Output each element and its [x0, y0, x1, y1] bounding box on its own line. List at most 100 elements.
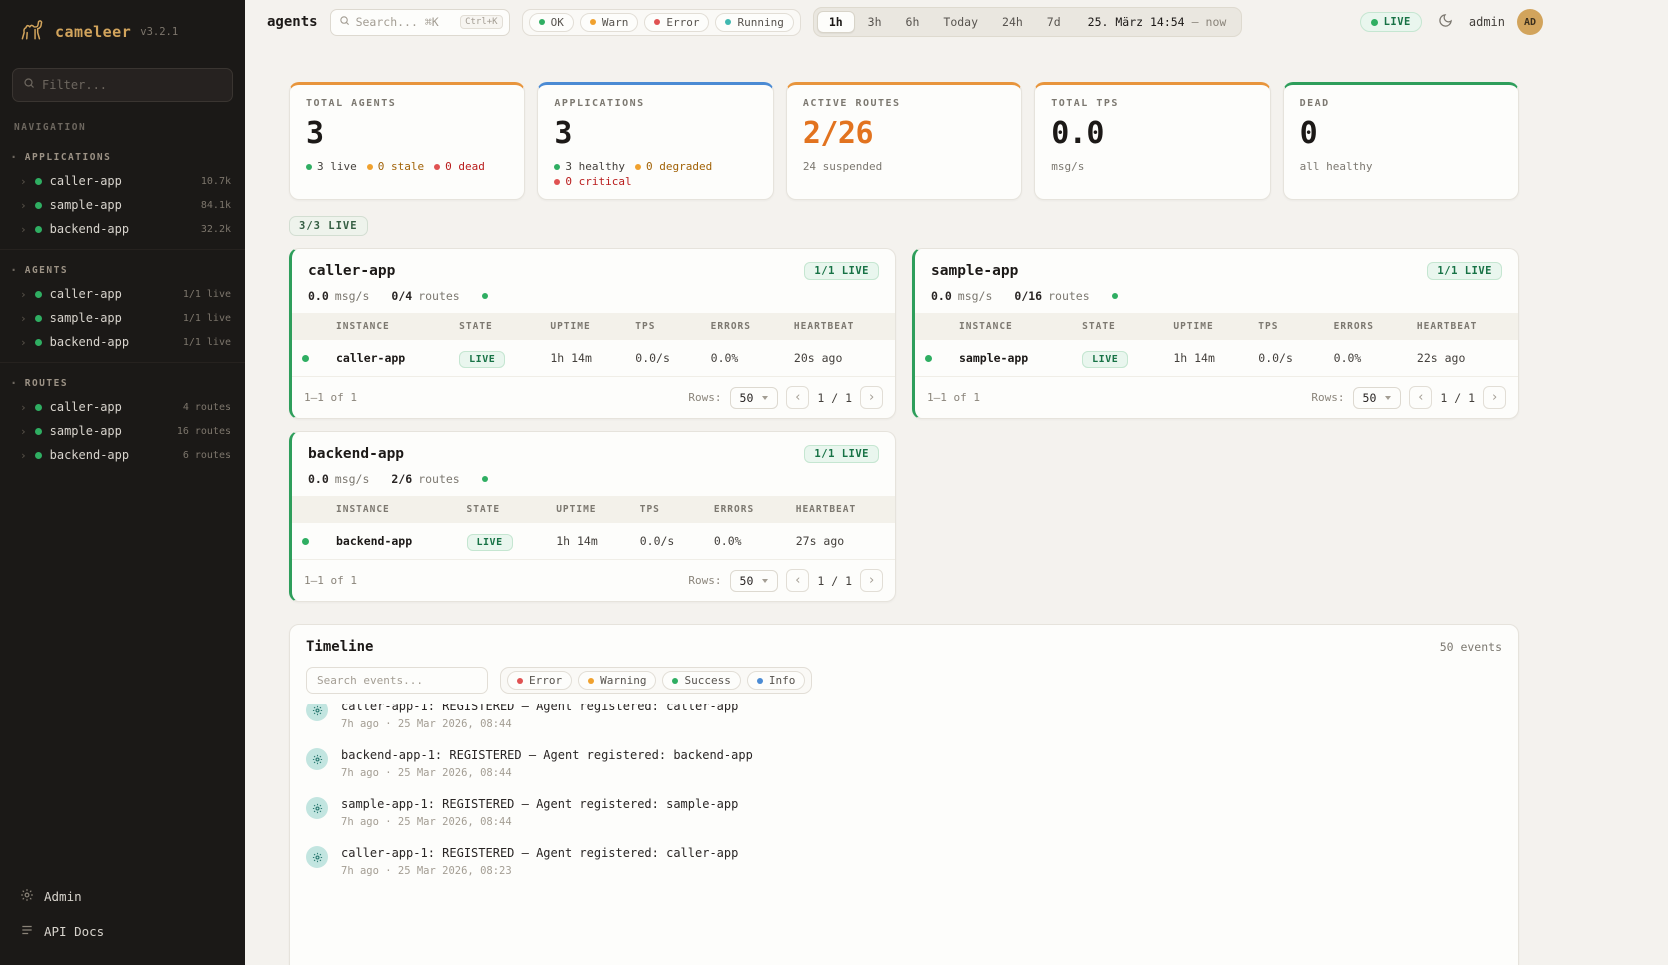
stat-value: 3 [554, 116, 756, 151]
gear-icon [306, 846, 328, 868]
main-area: agents Ctrl+K OK Warn Error Ru [245, 0, 1668, 965]
search-icon [339, 15, 350, 30]
table-footer: 1–1 of 1 Rows: 50 ‹ 1 / 1 › [915, 377, 1518, 418]
timeline-filter-success-button[interactable]: Success [662, 671, 740, 690]
section-header-agents[interactable]: AGENTS [0, 254, 245, 282]
sidebar-item-admin[interactable]: Admin [0, 879, 245, 914]
search-icon [23, 77, 35, 93]
range-24h-button[interactable]: 24h [991, 12, 1034, 32]
chevron-right-icon [20, 424, 27, 438]
table-row[interactable]: caller-app LIVE 1h 14m 0.0/s 0.0% 20s ag… [292, 340, 895, 377]
app-routes-unit: routes [418, 472, 460, 486]
row-range: 1–1 of 1 [304, 574, 357, 587]
cell-heartbeat: 20s ago [784, 340, 895, 377]
global-search-input[interactable] [356, 15, 454, 29]
status-dot [654, 19, 660, 25]
stat-meta-text: 0 degraded [646, 160, 712, 173]
sidebar-item-agent-caller-app[interactable]: caller-app 1/1 live [0, 282, 245, 306]
table-footer: 1–1 of 1 Rows: 50 ‹ 1 / 1 › [292, 377, 895, 418]
stat-meta: 24 suspended [803, 160, 1005, 173]
sidebar-item-routes-sample-app[interactable]: sample-app 16 routes [0, 419, 245, 443]
stat-meta-text: 3 healthy [565, 160, 625, 173]
table-row[interactable]: backend-app LIVE 1h 14m 0.0/s 0.0% 27s a… [292, 523, 895, 560]
time-current: 25. März 14:54 [1088, 15, 1185, 29]
timeline-filter-info-button[interactable]: Info [747, 671, 806, 690]
stat-value: 0 [1300, 116, 1502, 151]
sidebar-item-badge: 1/1 live [183, 289, 231, 300]
avatar[interactable]: AD [1517, 9, 1543, 35]
timeline-controls: Error Warning Success Info [290, 667, 1518, 704]
dark-mode-toggle[interactable] [1434, 9, 1457, 36]
live-indicator[interactable]: LIVE [1360, 12, 1422, 32]
timeline-filter-error-button[interactable]: Error [507, 671, 572, 690]
range-6h-button[interactable]: 6h [895, 12, 931, 32]
timeline-event-list[interactable]: caller-app-1: REGISTERED — Agent registe… [290, 704, 1518, 965]
stat-card-applications: APPLICATIONS 3 3 healthy 0 degraded 0 cr… [537, 82, 773, 200]
app-routes-value: 0/16 [1014, 289, 1042, 303]
camel-logo-icon [18, 16, 46, 48]
global-search[interactable]: Ctrl+K [330, 9, 510, 36]
column-header-tps: TPS [630, 496, 704, 523]
sidebar-item-routes-backend-app[interactable]: backend-app 6 routes [0, 443, 245, 467]
stat-value: 2/26 [803, 116, 1005, 151]
prev-page-button[interactable]: ‹ [786, 569, 809, 592]
cell-errors: 0.0% [704, 523, 786, 560]
section-header-routes[interactable]: ROUTES [0, 367, 245, 395]
range-3h-button[interactable]: 3h [857, 12, 893, 32]
timeline-filter-warning-button[interactable]: Warning [578, 671, 656, 690]
filter-warn-button[interactable]: Warn [580, 13, 639, 32]
sidebar-item-agent-sample-app[interactable]: sample-app 1/1 live [0, 306, 245, 330]
section-routes: ROUTES caller-app 4 routes sample-app 16… [0, 362, 245, 475]
username[interactable]: admin [1469, 15, 1505, 29]
cell-instance: sample-app [949, 340, 1072, 377]
event-time: 7h ago · 25 Mar 2026, 08:44 [341, 767, 753, 779]
column-header-heartbeat: HEARTBEAT [1407, 313, 1518, 340]
range-1h-button[interactable]: 1h [817, 11, 855, 33]
range-today-button[interactable]: Today [932, 12, 989, 32]
sidebar-item-agent-backend-app[interactable]: backend-app 1/1 live [0, 330, 245, 354]
filter-error-button[interactable]: Error [644, 13, 709, 32]
range-7d-button[interactable]: 7d [1036, 12, 1072, 32]
filter-ok-button[interactable]: OK [529, 13, 574, 32]
stat-label: TOTAL TPS [1051, 98, 1253, 109]
section-title: AGENTS [25, 265, 68, 276]
app-logo[interactable]: cameleer v3.2.1 [0, 0, 245, 60]
filter-label: OK [551, 16, 564, 29]
rows-per-page-select[interactable]: 50 [1353, 387, 1402, 409]
sidebar-item-application-backend-app[interactable]: backend-app 32.2k [0, 217, 245, 241]
cell-instance: caller-app [326, 340, 449, 377]
next-page-button[interactable]: › [860, 386, 883, 409]
next-page-button[interactable]: › [860, 569, 883, 592]
rows-per-page-select[interactable]: 50 [730, 387, 779, 409]
app-card-title: backend-app [308, 446, 404, 462]
timeline-search[interactable] [306, 667, 488, 694]
rows-per-page-select[interactable]: 50 [730, 570, 779, 592]
sidebar-item-application-caller-app[interactable]: caller-app 10.7k [0, 169, 245, 193]
app-live-badge: 1/1 LIVE [1427, 262, 1502, 280]
section-header-applications[interactable]: APPLICATIONS [0, 141, 245, 169]
timeline-title: Timeline [306, 639, 373, 655]
table-row[interactable]: sample-app LIVE 1h 14m 0.0/s 0.0% 22s ag… [915, 340, 1518, 377]
timeline-event[interactable]: backend-app-1: REGISTERED — Agent regist… [306, 739, 1502, 788]
next-page-button[interactable]: › [1483, 386, 1506, 409]
timeline-event[interactable]: caller-app-1: REGISTERED — Agent registe… [306, 837, 1502, 886]
gear-icon [306, 748, 328, 770]
table-footer: 1–1 of 1 Rows: 50 ‹ 1 / 1 › [292, 560, 895, 601]
prev-page-button[interactable]: ‹ [1409, 386, 1432, 409]
sidebar-item-routes-caller-app[interactable]: caller-app 4 routes [0, 395, 245, 419]
cell-errors: 0.0% [701, 340, 784, 377]
timeline-event[interactable]: caller-app-1: REGISTERED — Agent registe… [306, 704, 1502, 739]
status-dot [725, 19, 731, 25]
sidebar-filter-input[interactable] [42, 78, 222, 92]
sidebar-item-label: backend-app [50, 222, 129, 236]
sidebar-item-application-sample-app[interactable]: sample-app 84.1k [0, 193, 245, 217]
stat-value: 3 [306, 116, 508, 151]
prev-page-button[interactable]: ‹ [786, 386, 809, 409]
page-indicator: 1 / 1 [817, 574, 852, 588]
filter-running-button[interactable]: Running [715, 13, 793, 32]
stat-meta-text: msg/s [1051, 160, 1084, 173]
timeline-search-input[interactable] [317, 674, 477, 687]
section-bullet-icon [10, 376, 19, 390]
sidebar-item-api-docs[interactable]: API Docs [0, 914, 245, 949]
timeline-event[interactable]: sample-app-1: REGISTERED — Agent registe… [306, 788, 1502, 837]
